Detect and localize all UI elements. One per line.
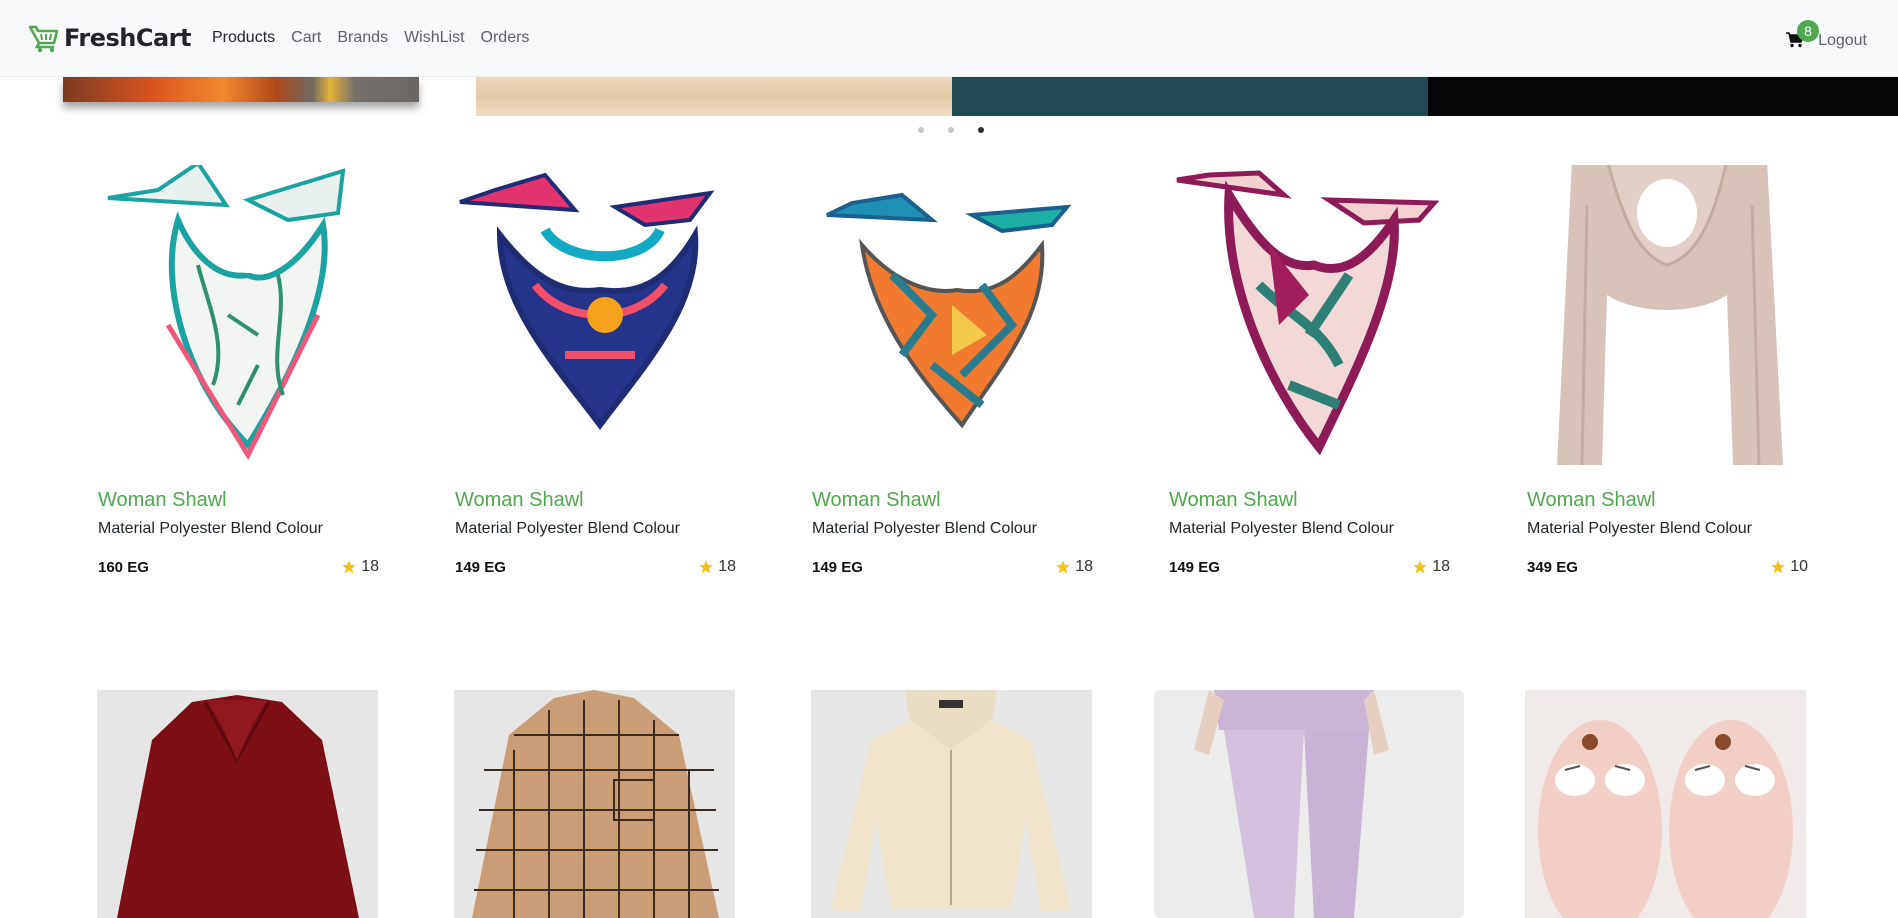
star-icon bbox=[342, 560, 356, 574]
slider-dot-2[interactable] bbox=[948, 127, 954, 133]
rating-value: 18 bbox=[1432, 558, 1450, 575]
rating-value: 10 bbox=[1790, 558, 1808, 575]
cart-button[interactable]: 8 bbox=[1786, 20, 1820, 52]
product-image-lavender-tracksuit bbox=[1154, 690, 1464, 918]
product-image-pink-slippers bbox=[1525, 690, 1806, 918]
rating-value: 18 bbox=[361, 558, 379, 575]
product-image-floral-scarf bbox=[107, 165, 346, 461]
star-icon bbox=[1771, 560, 1785, 574]
hero-slide-teal bbox=[952, 77, 1428, 116]
slider-dots bbox=[918, 127, 984, 133]
slider-dot-1[interactable] bbox=[918, 127, 924, 133]
product-rating: 18 bbox=[341, 558, 379, 576]
star-icon bbox=[1413, 560, 1427, 574]
product-title[interactable]: Woman Shawl bbox=[812, 489, 941, 512]
shopping-cart-logo-icon bbox=[28, 25, 59, 53]
nav-right: 8 Logout bbox=[1786, 20, 1867, 52]
product-image-cream-hoodie bbox=[811, 690, 1092, 918]
product-rating: 18 bbox=[1412, 558, 1450, 576]
product-card[interactable] bbox=[1154, 690, 1464, 918]
logout-link[interactable]: Logout bbox=[1818, 32, 1867, 50]
navbar: FreshCart Products Cart Brands WishList … bbox=[0, 0, 1898, 77]
product-description: Material Polyester Blend Colour bbox=[455, 520, 680, 537]
product-price: 349 EG bbox=[1527, 559, 1578, 576]
brand-name: FreshCart bbox=[64, 24, 191, 52]
product-image-burgundy-blouse bbox=[97, 690, 378, 918]
nav-link-products[interactable]: Products bbox=[212, 29, 275, 47]
product-title[interactable]: Woman Shawl bbox=[455, 489, 584, 512]
product-rating: 10 bbox=[1770, 558, 1808, 576]
product-image-navy-scarf bbox=[459, 172, 715, 430]
hero-slider[interactable] bbox=[476, 77, 1898, 116]
product-rating: 18 bbox=[698, 558, 736, 576]
nav-link-orders[interactable]: Orders bbox=[481, 29, 530, 47]
star-icon bbox=[1056, 560, 1070, 574]
cart-count-badge: 8 bbox=[1797, 20, 1820, 42]
hero-side-image bbox=[63, 77, 419, 102]
product-image-beige-shawl bbox=[1557, 165, 1783, 466]
star-icon bbox=[699, 560, 713, 574]
product-description: Material Polyester Blend Colour bbox=[1169, 520, 1394, 537]
product-description: Material Polyester Blend Colour bbox=[98, 520, 323, 537]
product-price: 160 EG bbox=[98, 559, 149, 576]
product-card[interactable] bbox=[1525, 690, 1806, 918]
product-description: Material Polyester Blend Colour bbox=[812, 520, 1037, 537]
nav-link-wishlist[interactable]: WishList bbox=[404, 29, 464, 47]
product-title[interactable]: Woman Shawl bbox=[98, 489, 227, 512]
slider-dot-3[interactable] bbox=[978, 127, 984, 133]
product-card[interactable] bbox=[454, 690, 735, 918]
hero-slide-dark bbox=[1428, 77, 1898, 116]
product-image-plaid-shirt bbox=[454, 690, 735, 918]
hero-slide-wood bbox=[476, 77, 952, 116]
product-title[interactable]: Woman Shawl bbox=[1169, 489, 1298, 512]
main-nav: Products Cart Brands WishList Orders bbox=[212, 29, 545, 47]
product-price: 149 EG bbox=[455, 559, 506, 576]
product-price: 149 EG bbox=[1169, 559, 1220, 576]
rating-value: 18 bbox=[718, 558, 736, 575]
brand-logo[interactable]: FreshCart bbox=[28, 22, 191, 54]
nav-link-brands[interactable]: Brands bbox=[337, 29, 388, 47]
product-title[interactable]: Woman Shawl bbox=[1527, 489, 1656, 512]
nav-link-cart[interactable]: Cart bbox=[291, 29, 321, 47]
product-card[interactable] bbox=[97, 690, 378, 918]
product-card[interactable] bbox=[811, 690, 1092, 918]
product-price: 149 EG bbox=[812, 559, 863, 576]
product-rating: 18 bbox=[1055, 558, 1093, 576]
product-description: Material Polyester Blend Colour bbox=[1527, 520, 1752, 537]
rating-value: 18 bbox=[1075, 558, 1093, 575]
product-image-burgundy-scarf bbox=[1176, 170, 1440, 456]
product-image-orange-scarf bbox=[826, 192, 1072, 429]
